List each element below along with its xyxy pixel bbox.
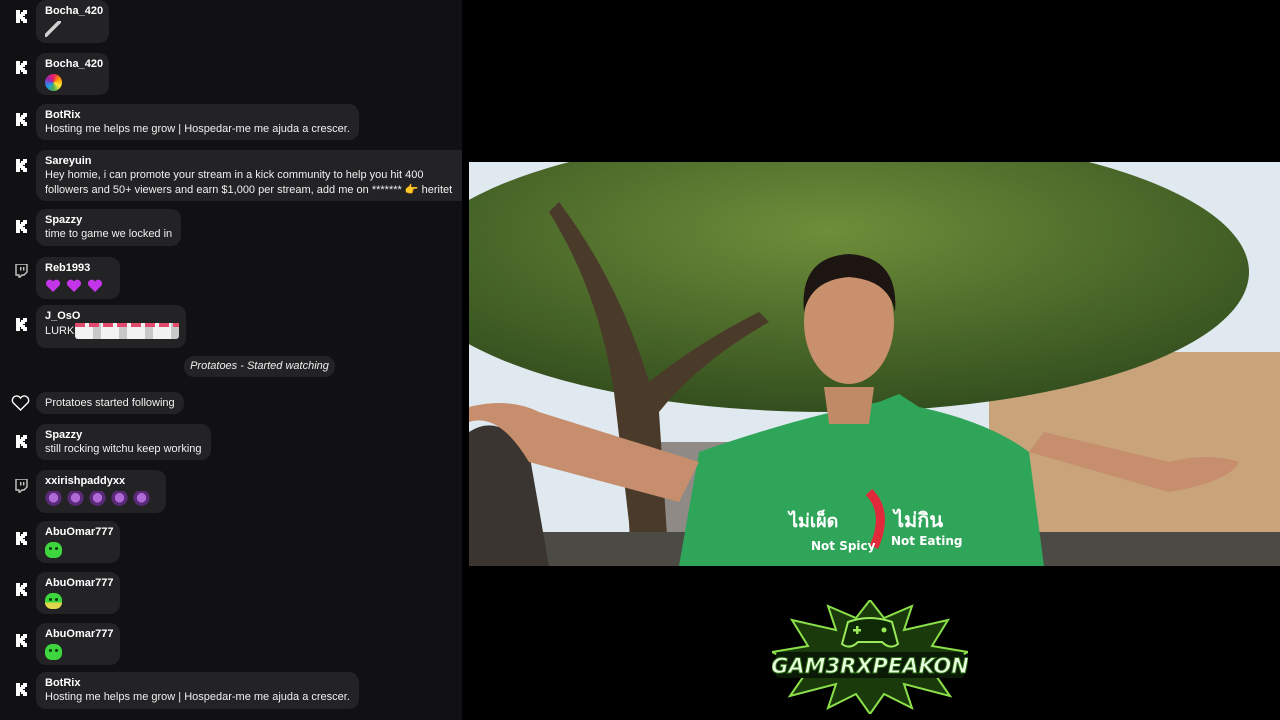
chat-text: Hosting me helps me grow | Hospedar-me m… [45, 123, 350, 135]
gamepad-icon [840, 617, 900, 648]
emote-dance-icon [67, 490, 84, 508]
video-frame: ไม่เผ็ด ไม่กิน Not Spicy Not Eating [469, 162, 1280, 566]
chat-username: Bocha_420 [45, 58, 104, 70]
chat-panel[interactable]: Bocha_420 Bocha_420 BotRix Hosting me he… [0, 0, 462, 720]
chat-username: Sareyuin [45, 155, 92, 167]
kick-icon [12, 580, 30, 598]
emote-heart-icon [66, 279, 82, 292]
chat-username: xxirishpaddyxx [45, 475, 126, 487]
chat-text: still rocking witchu keep working [45, 443, 202, 455]
video-player[interactable]: ไม่เผ็ด ไม่กิน Not Spicy Not Eating [469, 162, 1280, 566]
chat-bubble: Bocha_420 [36, 53, 109, 95]
chat-bubble: Reb1993 [36, 257, 120, 299]
emote-heart-icon [45, 279, 61, 292]
chat-username: AbuOmar777 [45, 628, 114, 640]
kick-icon [12, 110, 30, 128]
kick-icon [12, 156, 30, 174]
chat-username: BotRix [45, 677, 81, 689]
chat-username: Spazzy [45, 429, 83, 441]
twitch-icon [12, 262, 30, 280]
emote-dance-icon [133, 490, 150, 508]
chat-bubble: xxirishpaddyxx [36, 470, 166, 513]
chat-bubble: Spazzy time to game we locked in [36, 209, 182, 246]
chat-username: BotRix [45, 109, 81, 121]
emote-blob-yellow-icon [45, 593, 62, 609]
chat-bubble: BotRix Hosting me helps me grow | Hosped… [36, 104, 359, 140]
chat-username: AbuOmar777 [45, 577, 114, 589]
system-notice: Protatoes - Started watching [184, 356, 335, 377]
chat-username: Bocha_420 [45, 5, 104, 17]
chat-bubble: Bocha_420 [36, 0, 109, 43]
channel-logo: GAM3RXPEAKON [768, 598, 972, 716]
chat-text: time to game we locked in [45, 228, 173, 240]
emote-heart-icon [87, 279, 103, 292]
chat-username: Spazzy [45, 214, 83, 226]
kick-icon [12, 529, 30, 547]
kick-icon [12, 7, 30, 25]
kick-icon [12, 680, 30, 698]
follow-notice: Protatoes started following [36, 392, 184, 414]
emote-dance-icon [89, 490, 106, 508]
emote-lurk-icon [75, 323, 180, 339]
emote-dance-icon [111, 490, 128, 508]
kick-icon [12, 217, 30, 235]
chat-text: Hosting me helps me grow | Hospedar-me m… [45, 691, 350, 703]
kick-icon [12, 58, 30, 76]
chat-username: J_OsO [45, 310, 81, 322]
chat-bubble: AbuOmar777 [36, 623, 120, 665]
chat-bubble: AbuOmar777 [36, 572, 120, 614]
heart-outline-icon [10, 394, 30, 412]
shirt-thai-right: ไม่กิน [892, 508, 943, 532]
kick-icon [12, 631, 30, 649]
shirt-text-right: Not Eating [891, 534, 962, 548]
chat-bubble: AbuOmar777 [36, 521, 120, 563]
kick-icon [12, 432, 30, 450]
emote-dance-icon [45, 490, 62, 508]
twitch-icon [12, 477, 30, 495]
shirt-thai-left: ไม่เผ็ด [787, 509, 838, 532]
chat-text: Hey homie, i can promote your stream in … [45, 169, 453, 196]
emote-stick-icon [45, 21, 61, 37]
chat-username: Reb1993 [45, 262, 91, 274]
emote-flowers-icon [45, 73, 62, 91]
chat-text: LURK [45, 324, 75, 337]
logo-text: GAM3RXPEAKON [772, 654, 968, 678]
chat-bubble: Sareyuin Hey homie, i can promote your s… [36, 150, 462, 201]
kick-icon [12, 315, 30, 333]
chat-bubble: Spazzy still rocking witchu keep working [36, 424, 211, 460]
shirt-text-left: Not Spicy [811, 539, 876, 553]
chat-bubble: BotRix Hosting me helps me grow | Hosped… [36, 672, 359, 709]
chat-username: AbuOmar777 [45, 526, 114, 538]
emote-blob-icon [45, 542, 62, 558]
chat-bubble: J_OsO LURK [36, 305, 186, 348]
emote-blob-icon [45, 644, 62, 660]
